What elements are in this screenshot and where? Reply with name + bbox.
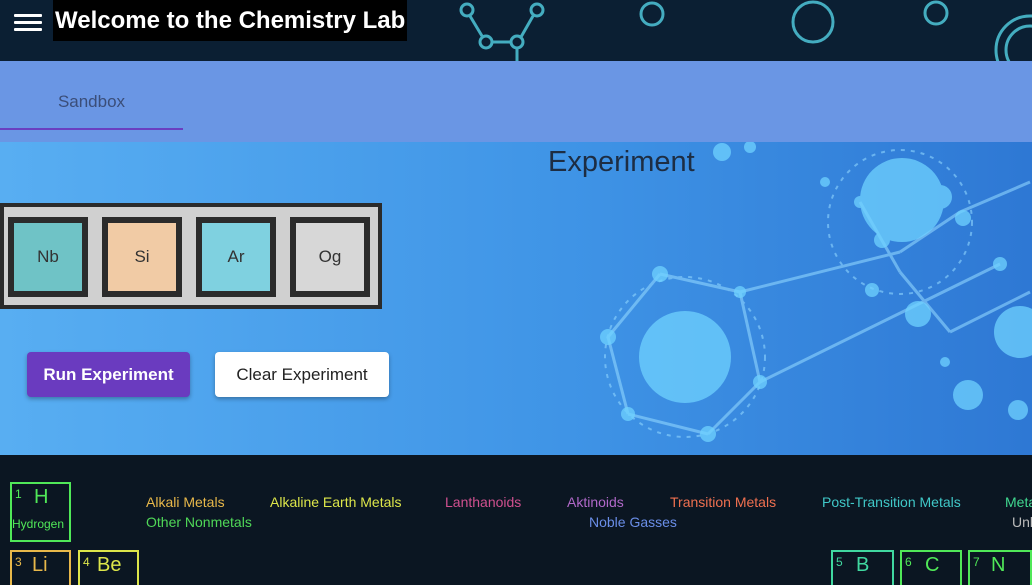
app-header: Welcome to the Chemistry Lab <box>0 0 1032 61</box>
periodic-table: 1 H Hydrogen Alkali Metals Alkaline Eart… <box>0 455 1032 585</box>
legend-metalloids[interactable]: Meta <box>1005 494 1032 510</box>
legend-alkaline-earth-metals[interactable]: Alkaline Earth Metals <box>270 494 402 510</box>
legend-alkali-metals[interactable]: Alkali Metals <box>146 494 225 510</box>
slot-element-og[interactable]: Og <box>290 217 370 297</box>
element-cell-carbon[interactable]: 6 C <box>900 550 962 585</box>
element-number: 3 <box>15 555 22 569</box>
element-symbol: H <box>34 486 49 508</box>
experiment-title: Experiment <box>548 146 695 178</box>
element-number: 5 <box>836 555 843 569</box>
element-name: Hydrogen <box>12 517 65 531</box>
element-cell-boron[interactable]: 5 B <box>831 550 894 585</box>
element-number: 7 <box>973 555 980 569</box>
legend-noble-gasses[interactable]: Noble Gasses <box>589 514 677 530</box>
app-title: Welcome to the Chemistry Lab <box>53 0 408 41</box>
tab-sandbox[interactable]: Sandbox <box>0 61 183 131</box>
slot-element-si[interactable]: Si <box>102 217 182 297</box>
element-cell-hydrogen[interactable]: 1 H Hydrogen <box>10 482 71 542</box>
active-tab-indicator <box>0 128 183 130</box>
legend-post-transition-metals[interactable]: Post-Transition Metals <box>822 494 961 510</box>
experiment-slot-tray: Nb Si Ar Og <box>0 203 382 309</box>
run-experiment-button[interactable]: Run Experiment <box>27 352 190 397</box>
legend-other-nonmetals[interactable]: Other Nonmetals <box>146 514 252 530</box>
element-symbol: N <box>991 554 1006 576</box>
legend-aktinoids[interactable]: Aktinoids <box>567 494 624 510</box>
element-symbol: Li <box>32 554 48 576</box>
element-cell-beryllium[interactable]: 4 Be <box>78 550 139 585</box>
tab-bar: Sandbox <box>0 61 1032 143</box>
legend-lanthanoids[interactable]: Lanthanoids <box>445 494 521 510</box>
slot-element-nb[interactable]: Nb <box>8 217 88 297</box>
element-cell-lithium[interactable]: 3 Li <box>10 550 71 585</box>
legend-transition-metals[interactable]: Transition Metals <box>670 494 776 510</box>
element-number: 1 <box>15 487 22 501</box>
experiment-area: Experiment Nb Si Ar Og Run Experiment Cl… <box>0 142 1032 455</box>
clear-experiment-button[interactable]: Clear Experiment <box>215 352 389 397</box>
element-symbol: C <box>925 554 940 576</box>
element-cell-nitrogen[interactable]: 7 N <box>968 550 1032 585</box>
legend-unknown[interactable]: Unk <box>1012 514 1032 530</box>
menu-icon[interactable] <box>14 10 42 34</box>
element-symbol: Be <box>97 554 122 576</box>
slot-element-ar[interactable]: Ar <box>196 217 276 297</box>
element-symbol: B <box>856 554 870 576</box>
element-number: 6 <box>905 555 912 569</box>
element-number: 4 <box>83 555 90 569</box>
